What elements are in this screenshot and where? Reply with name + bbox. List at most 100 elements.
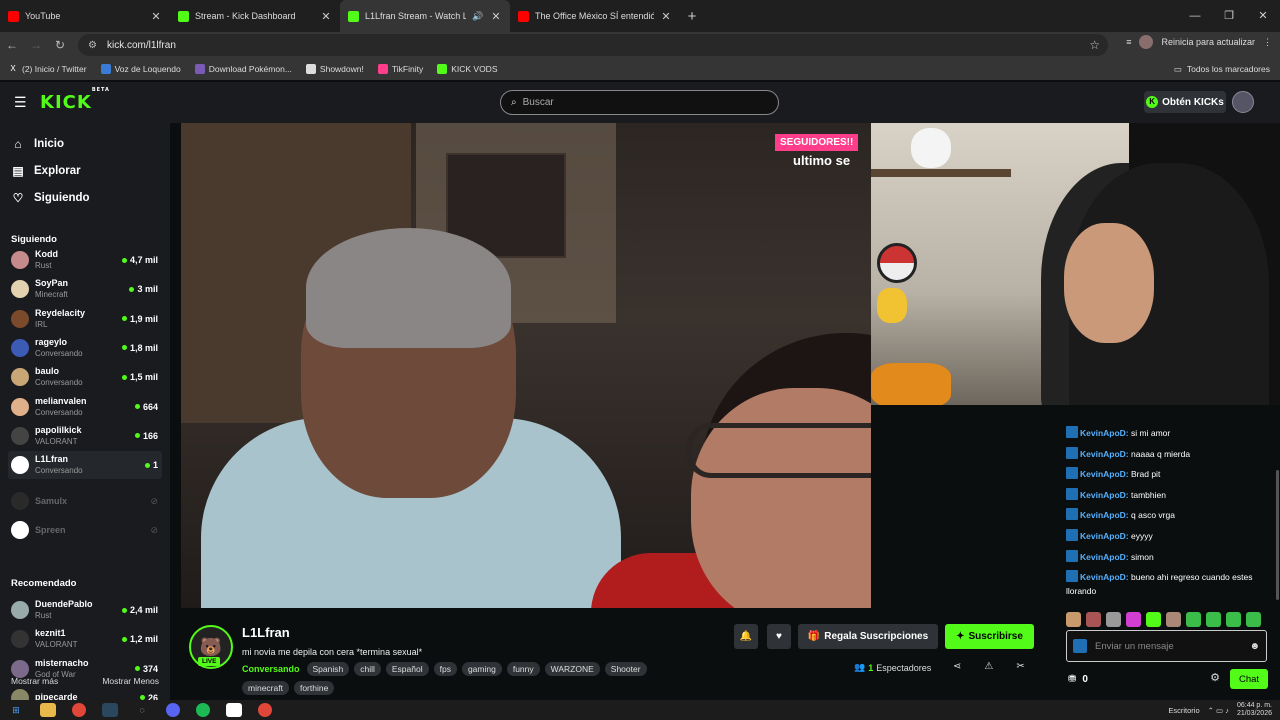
stream-tag[interactable]: chill — [354, 662, 381, 676]
browser-tab-active[interactable]: L1Lfran Stream - Watch Live 🔊 ✕ — [340, 0, 510, 32]
sidebar-channel[interactable]: Samulx ⊘ — [8, 487, 162, 515]
update-button[interactable]: Reinicia para actualizar — [1161, 37, 1255, 47]
sidebar-channel[interactable]: rageylo Conversando 1,8 mil — [8, 334, 162, 362]
emote-icon[interactable] — [1166, 612, 1181, 627]
tray-icons[interactable]: ⌃ ▭ ♪ — [1208, 706, 1229, 715]
back-icon[interactable]: ← — [0, 38, 24, 52]
sidebar-channel[interactable]: Reydelacity IRL 1,9 mil — [8, 305, 162, 333]
restore-icon[interactable]: ❐ — [1212, 0, 1246, 32]
stream-tag[interactable]: gaming — [461, 662, 502, 676]
emote-icon[interactable] — [1206, 612, 1221, 627]
chrome-icon[interactable] — [258, 703, 272, 717]
stream-category[interactable]: Conversando — [242, 664, 300, 674]
app-icon[interactable]: ◌ — [134, 703, 150, 717]
desktop-label[interactable]: Escritorio — [1168, 706, 1199, 715]
get-kicks-button[interactable]: K Obtén KICKs — [1144, 91, 1226, 113]
nav-explorar[interactable]: ▤ Explorar — [12, 164, 80, 178]
follow-heart-button[interactable]: ♥ — [767, 624, 791, 649]
steam-icon[interactable] — [102, 703, 118, 717]
close-window-icon[interactable]: ✕ — [1246, 0, 1280, 32]
stream-tag[interactable]: WARZONE — [544, 662, 600, 676]
stream-tag[interactable]: minecraft — [242, 681, 289, 695]
kick-logo[interactable]: KICKBETA — [40, 87, 110, 113]
report-icon[interactable]: ⚠ — [984, 661, 993, 672]
chat-username[interactable]: KevinApoD: — [1080, 449, 1129, 459]
notifications-bell-button[interactable]: 🔔 — [734, 624, 758, 649]
bookmark-item[interactable]: Showdown! — [305, 64, 364, 74]
stream-tag[interactable]: Español — [385, 662, 429, 676]
points-icon[interactable]: ⛃ — [1068, 674, 1076, 685]
chat-send-button[interactable]: Chat — [1230, 669, 1268, 689]
all-bookmarks[interactable]: ▭ Todos los marcadores — [1174, 58, 1270, 80]
chat-username[interactable]: KevinApoD: — [1080, 572, 1129, 582]
browser-tab[interactable]: The Office México SÍ entendió al ✕ — [510, 0, 680, 32]
minimize-icon[interactable]: — — [1178, 0, 1212, 32]
stream-tag[interactable]: funny — [506, 662, 540, 676]
clip-icon[interactable]: ✂ — [1016, 661, 1024, 672]
chat-username[interactable]: KevinApoD: — [1080, 428, 1129, 438]
stream-tag[interactable]: Spanish — [306, 662, 350, 676]
capcut-icon[interactable] — [226, 703, 242, 717]
menu-icon[interactable]: ⋮ — [1263, 37, 1272, 48]
emote-icon[interactable] — [1226, 612, 1241, 627]
page-scrollbar[interactable] — [1276, 470, 1279, 600]
sidebar-channel[interactable]: L1Lfran Conversando 1 — [8, 451, 162, 480]
sidebar-channel[interactable]: SoyPan Minecraft 3 mil — [8, 275, 162, 303]
stream-tag[interactable]: forthine — [293, 681, 335, 695]
close-tab-icon[interactable]: ✕ — [320, 10, 332, 23]
chat-username[interactable]: KevinApoD: — [1080, 531, 1129, 541]
bookmark-item[interactable]: Voz de Loquendo — [100, 64, 181, 74]
share-icon[interactable]: ⋖ — [953, 661, 961, 672]
emote-icon[interactable] — [1146, 612, 1161, 627]
nav-inicio[interactable]: ⌂ Inicio — [12, 137, 64, 151]
chrome-icon[interactable] — [72, 703, 86, 717]
emoji-icon[interactable]: ☻ — [1249, 641, 1260, 652]
search-input[interactable]: ⌕ Buscar — [500, 90, 779, 115]
hamburger-menu-icon[interactable]: ☰ — [14, 95, 27, 109]
sidebar-channel[interactable]: keznit1 VALORANT 1,2 mil — [8, 625, 162, 653]
sidebar-channel[interactable]: papolilkick VALORANT 166 — [8, 422, 162, 450]
file-explorer-icon[interactable] — [40, 703, 56, 717]
close-tab-icon[interactable]: ✕ — [150, 10, 162, 23]
chat-username[interactable]: KevinApoD: — [1080, 510, 1129, 520]
bookmark-item[interactable]: KICK VODS — [437, 64, 498, 74]
sidebar-channel[interactable]: pipecarde 26 — [8, 684, 162, 700]
emote-icon[interactable] — [1086, 612, 1101, 627]
chat-username[interactable]: KevinApoD: — [1080, 552, 1129, 562]
sidebar-channel[interactable]: DuendePablo Rust 2,4 mil — [8, 596, 162, 624]
browser-tab[interactable]: YouTube ✕ — [0, 0, 170, 32]
emote-icon[interactable] — [1246, 612, 1261, 627]
chat-username[interactable]: KevinApoD: — [1080, 490, 1129, 500]
media-icon[interactable]: ≡ — [1126, 37, 1131, 47]
profile-avatar[interactable] — [1139, 35, 1154, 49]
clock[interactable]: 06:44 p. m. 21/03/2026 — [1237, 702, 1272, 718]
site-info-icon[interactable]: ⚙ — [88, 40, 97, 51]
new-tab-icon[interactable]: + — [680, 8, 704, 25]
chat-message-input[interactable]: Enviar un mensaje ☻ — [1066, 630, 1267, 662]
bookmark-item[interactable]: TikFinity — [377, 64, 423, 74]
video-player[interactable]: SEGUIDORES!! ultimo se — [181, 123, 871, 608]
browser-tab[interactable]: Stream - Kick Dashboard ✕ — [170, 0, 340, 32]
bookmark-item[interactable]: X (2) Inicio / Twitter — [8, 64, 86, 74]
sidebar-channel[interactable]: melianvalen Conversando 664 — [8, 393, 162, 421]
emote-icon[interactable] — [1186, 612, 1201, 627]
url-field[interactable]: ⚙ kick.com/l1lfran ☆ — [78, 34, 1108, 56]
audio-icon[interactable]: 🔊 — [472, 11, 484, 22]
sidebar-channel[interactable]: baulo Conversando 1,5 mil — [8, 363, 162, 391]
nav-siguiendo[interactable]: ♡ Siguiendo — [12, 191, 90, 205]
windows-start-icon[interactable]: ⊞ — [8, 703, 24, 717]
emote-icon[interactable] — [1066, 612, 1081, 627]
settings-gear-icon[interactable]: ⚙ — [1210, 671, 1220, 684]
discord-icon[interactable] — [166, 703, 180, 717]
bookmark-item[interactable]: Download Pokémon... — [194, 64, 292, 74]
streamer-name[interactable]: L1Lfran — [242, 625, 290, 640]
close-tab-icon[interactable]: ✕ — [490, 10, 502, 23]
sidebar-channel[interactable]: misternacho God of War 374 — [8, 655, 162, 683]
gift-subs-button[interactable]: 🎁 Regala Suscripciones — [798, 624, 938, 649]
sidebar-channel[interactable]: Kodd Rust 4,7 mil — [8, 246, 162, 274]
chat-username[interactable]: KevinApoD: — [1080, 469, 1129, 479]
subscribe-button[interactable]: ✦ Suscribirse — [945, 624, 1034, 649]
forward-icon[interactable]: → — [24, 38, 48, 52]
emote-icon[interactable] — [1126, 612, 1141, 627]
sidebar-channel[interactable]: Spreen ⊘ — [8, 516, 162, 544]
